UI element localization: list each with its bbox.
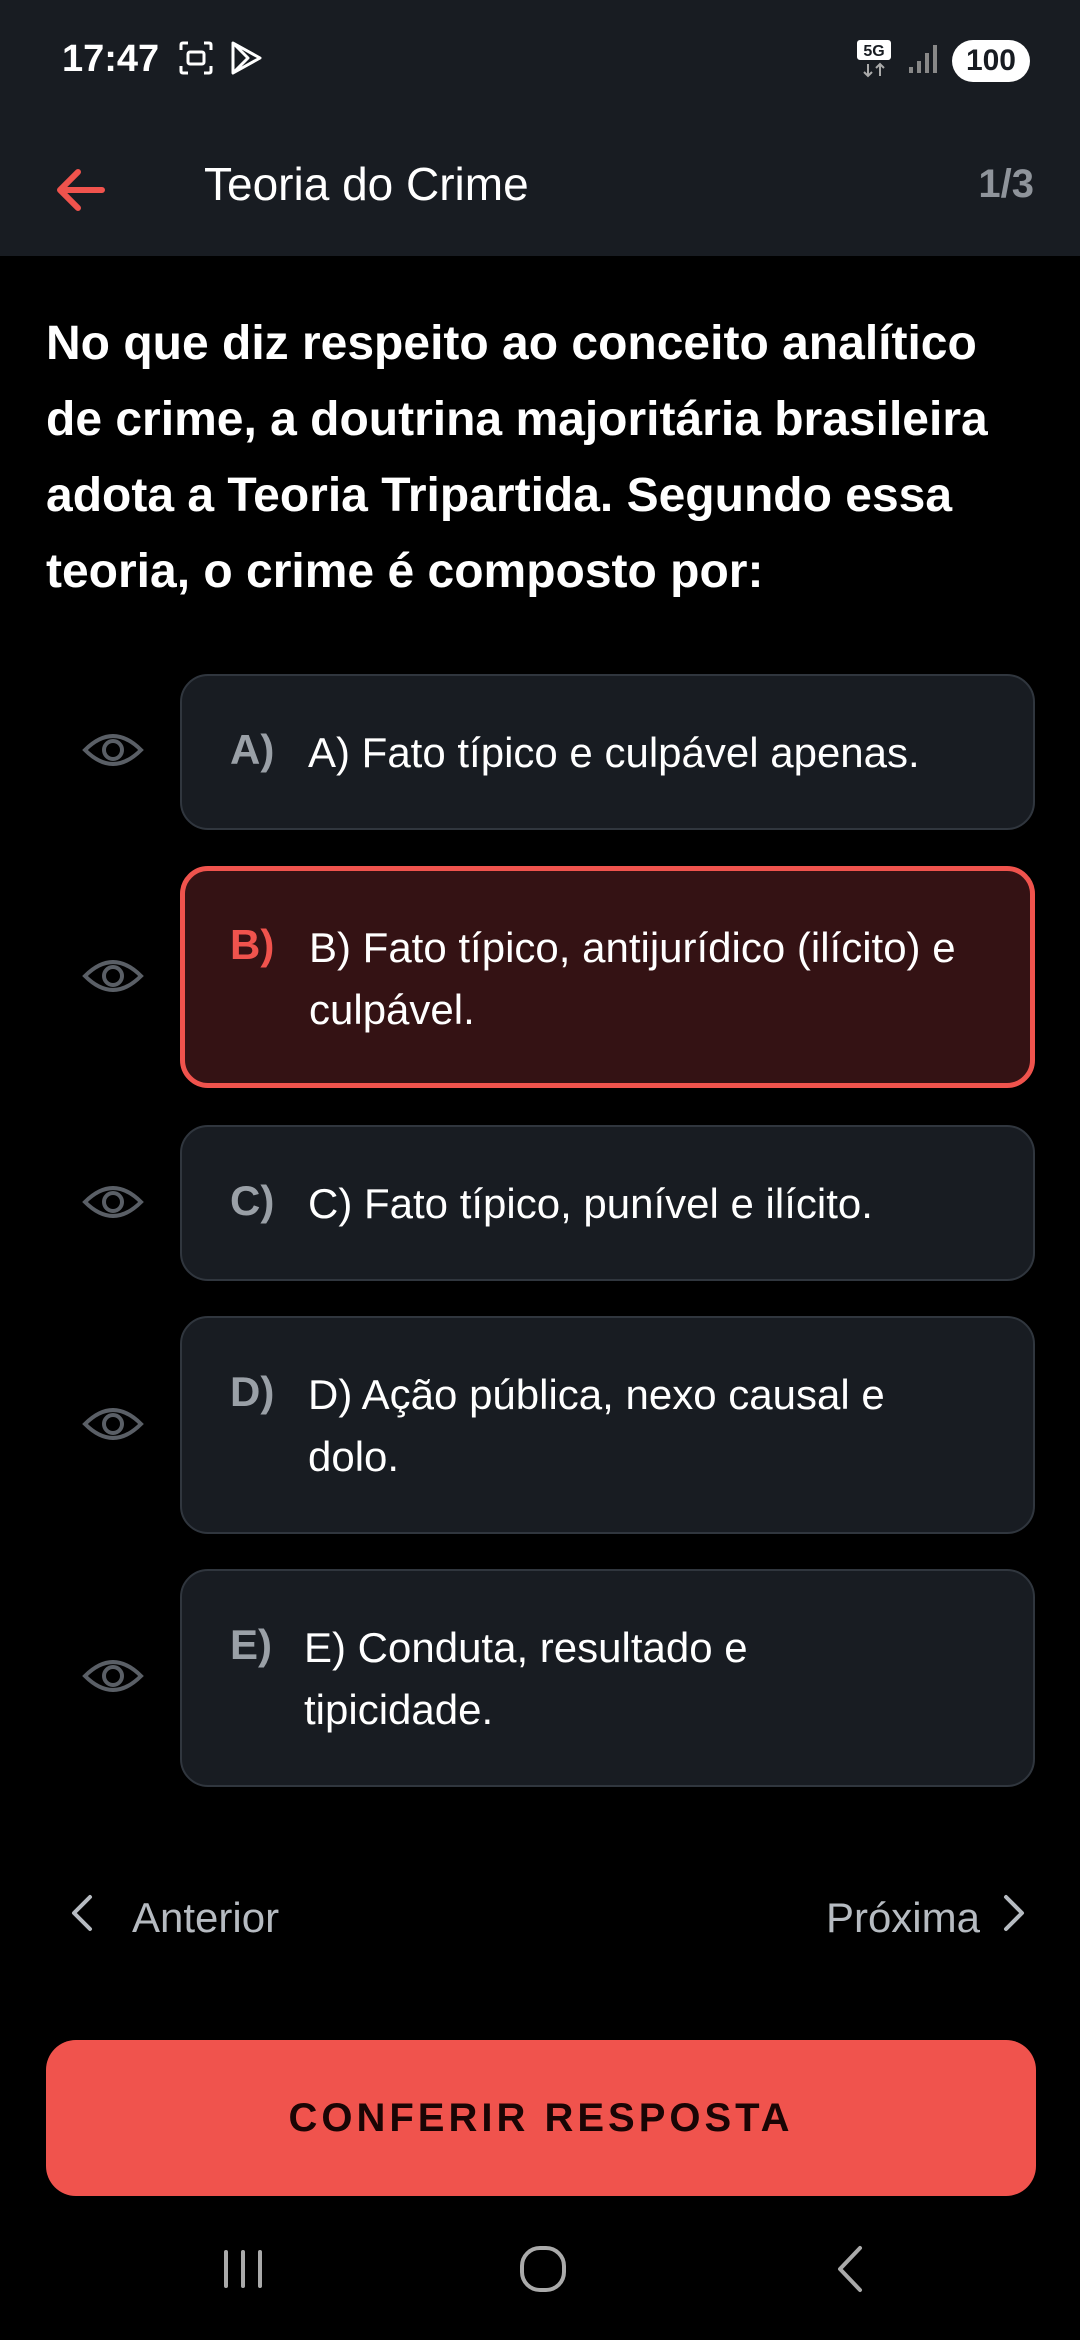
option-letter: B) [230,921,275,968]
option-letter: D) [230,1368,275,1415]
option-card-c[interactable]: C) C) Fato típico, punível e ilícito. [180,1125,1035,1281]
home-icon[interactable] [518,2244,568,2299]
option-text: A) Fato típico e culpável apenas. [308,729,920,776]
eye-icon[interactable] [82,1656,144,1696]
eye-icon[interactable] [82,956,144,996]
status-time: 17:47 [62,38,160,80]
status-bar: 17:47 5G 100 [0,0,1080,128]
app-bar: Teoria do Crime 1/3 [0,128,1080,256]
option-letter: C) [230,1177,275,1224]
option-text: D) Ação pública, nexo causal e dolo. [308,1371,885,1480]
page-title: Teoria do Crime [204,158,529,210]
option-text: E) Conduta, resultado e tipicidade. [304,1624,748,1733]
question-text: No que diz respeito ao conceito analític… [46,317,988,598]
arrow-left-icon[interactable] [50,160,110,220]
network-5g-icon: 5G [856,38,894,83]
question-counter: 1/3 [978,162,1034,206]
option-card-a[interactable]: A) A) Fato típico e culpável apenas. [180,674,1035,830]
next-label: Próxima [825,1894,980,1941]
screenshot-icon [178,40,214,81]
previous-label: Anterior [132,1894,280,1941]
option-card-d[interactable]: D) D) Ação pública, nexo causal e dolo. [180,1316,1035,1534]
chevron-right-icon [1002,1893,1026,1943]
next-button[interactable]: Próxima [826,1888,1026,1948]
eye-icon[interactable] [82,1182,144,1222]
option-card-b[interactable]: B) B) Fato típico, antijurídico (ilícito… [180,866,1035,1088]
back-nav-icon[interactable] [826,2244,876,2299]
recents-icon[interactable] [218,2244,268,2299]
confirm-answer-button[interactable]: CONFERIR RESPOSTA [46,2040,1036,2196]
option-text: B) Fato típico, antijurídico (ilícito) e… [309,924,956,1033]
option-card-e[interactable]: E) E) Conduta, resultado e tipicidade. [180,1569,1035,1787]
battery-indicator: 100 [951,39,1030,82]
chevron-left-icon [70,1893,94,1943]
eye-icon[interactable] [82,730,144,770]
signal-icon [908,41,938,80]
option-letter: A) [230,726,275,773]
option-letter: E) [230,1621,272,1668]
previous-button[interactable]: Anterior [70,1888,279,1948]
option-text: C) Fato típico, punível e ilícito. [308,1180,873,1227]
svg-text:5G: 5G [863,43,884,60]
system-nav-bar [0,2220,1080,2340]
play-store-icon [228,40,264,81]
eye-icon[interactable] [82,1404,144,1444]
